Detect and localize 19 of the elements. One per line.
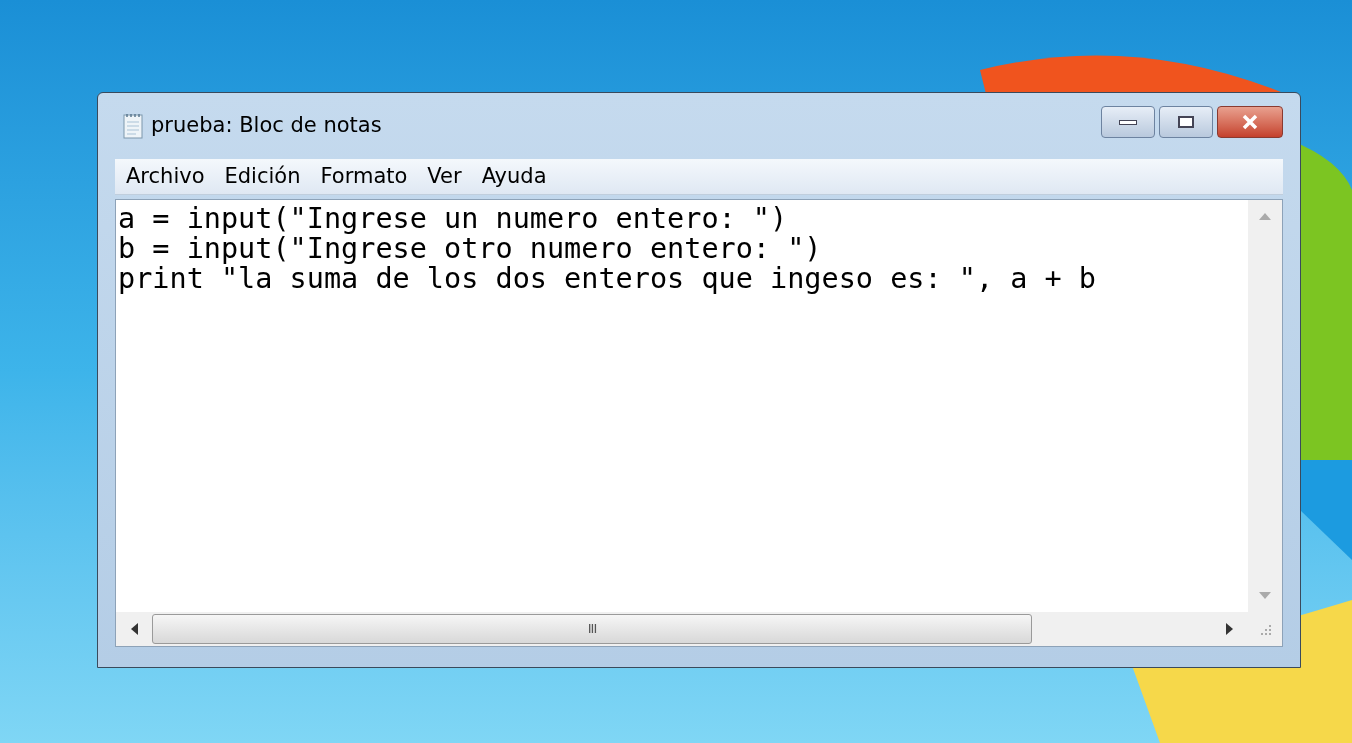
code-line: print "la suma de los dos enteros que ingeso es: ", a + b — [118, 264, 1098, 294]
code-line: b = input("Ingrese otro numero entero: ") — [118, 234, 823, 264]
code-line: a = input("Ingrese un numero entero: ") — [118, 204, 789, 234]
grip-marks: III — [587, 620, 597, 639]
window-title: prueba: Bloc de notas — [151, 112, 382, 140]
close-button[interactable] — [1217, 106, 1283, 138]
close-icon — [1241, 114, 1259, 130]
scroll-left-arrow-icon[interactable] — [130, 623, 138, 635]
menu-item[interactable]: Edición — [219, 160, 306, 193]
scrollbar-thumb[interactable]: III — [152, 614, 1032, 644]
menu-item[interactable]: Formato — [315, 160, 413, 193]
menu-item[interactable]: Ayuda — [476, 160, 552, 193]
minimize-button[interactable] — [1101, 106, 1155, 138]
menu-item[interactable]: Archivo — [121, 160, 210, 193]
resize-grip-icon[interactable] — [1258, 622, 1272, 636]
notepad-icon — [123, 113, 143, 139]
menu-item[interactable]: Ver — [422, 160, 467, 193]
maximize-button[interactable] — [1159, 106, 1213, 138]
scroll-right-arrow-icon[interactable] — [1226, 623, 1234, 635]
